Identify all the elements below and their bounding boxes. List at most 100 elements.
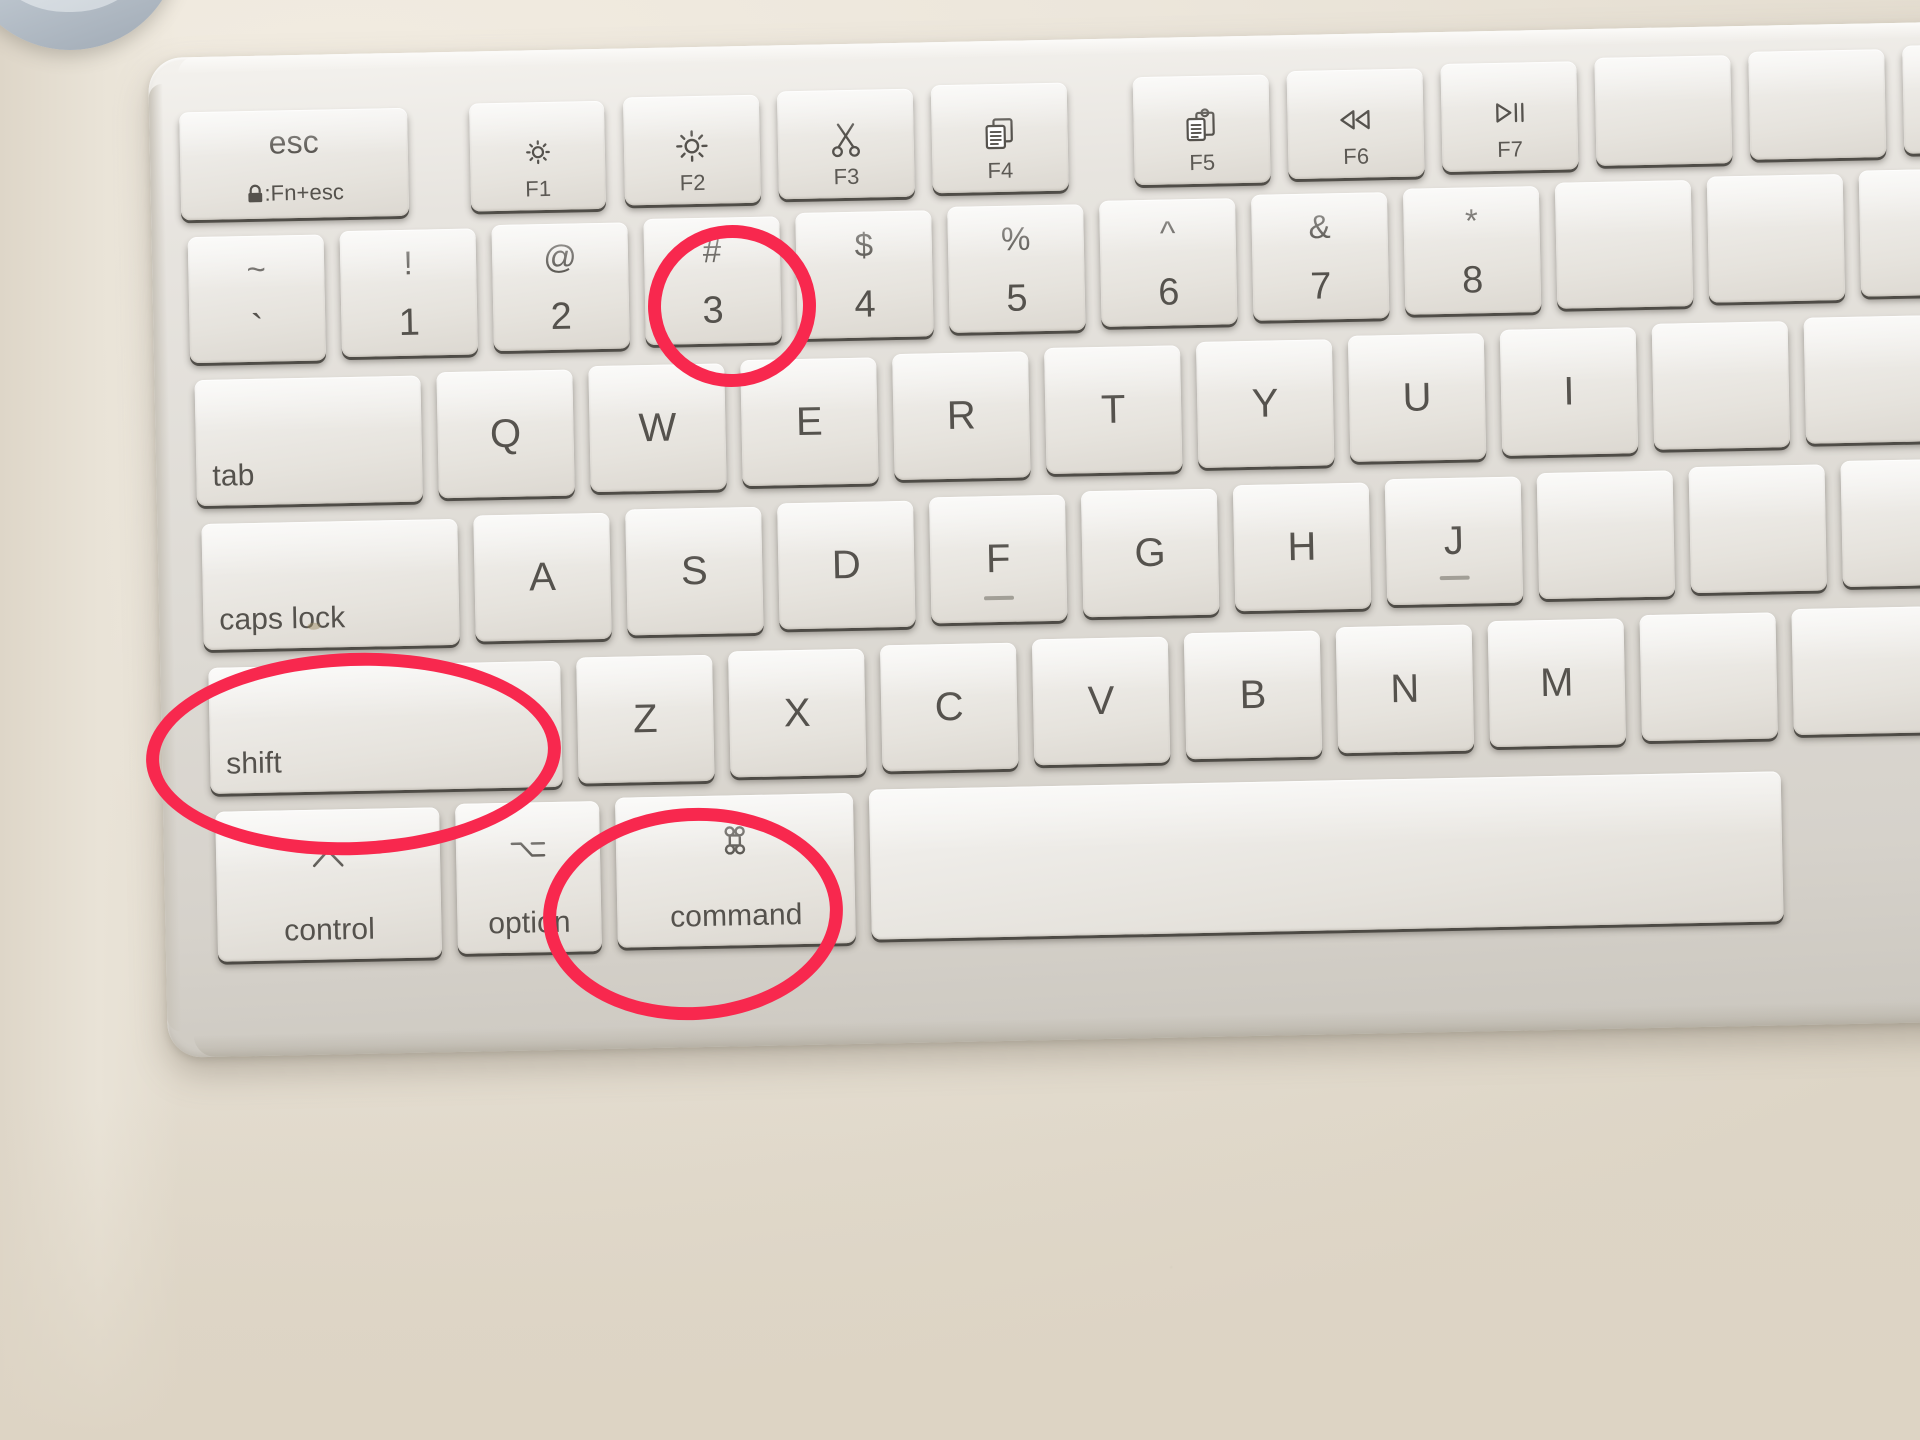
key-esc[interactable]: esc :Fn+esc [179, 107, 410, 221]
key-esc-label: esc [268, 123, 320, 161]
key-f8[interactable] [1594, 55, 1733, 166]
mug-interior [0, 0, 164, 12]
key-caps-lock[interactable]: caps lock [201, 518, 460, 650]
key-backtick-upper: ~ [246, 249, 267, 288]
key-backtick-lower: ` [250, 307, 265, 351]
key-f3-label: F3 [833, 163, 860, 190]
key-2[interactable]: @ 2 [491, 222, 630, 352]
key-f1[interactable]: F1 [468, 100, 607, 212]
key-g[interactable]: G [1080, 488, 1220, 618]
caret-up-icon [216, 838, 441, 876]
key-f3[interactable]: F3 [776, 88, 915, 200]
key-f5[interactable]: F5 [1132, 74, 1271, 186]
key-b[interactable]: B [1183, 630, 1323, 760]
key-shift-left-label: shift [225, 746, 283, 781]
key-q[interactable]: Q [436, 369, 575, 499]
key-x[interactable]: X [728, 648, 867, 778]
key-n[interactable]: N [1335, 624, 1475, 754]
key-9[interactable] [1554, 180, 1694, 309]
rewind-icon [1287, 106, 1423, 133]
key-y[interactable]: Y [1195, 339, 1335, 469]
key-8[interactable]: * 8 [1402, 186, 1542, 315]
key-period[interactable] [1791, 606, 1920, 736]
key-f2[interactable]: F2 [622, 94, 762, 206]
key-p[interactable] [1803, 315, 1920, 444]
key-8-upper: * [1464, 201, 1479, 239]
key-s[interactable]: S [625, 506, 764, 636]
key-z[interactable]: Z [576, 654, 715, 784]
key-v[interactable]: V [1031, 636, 1171, 766]
key-6-lower: 6 [1157, 271, 1180, 315]
key-j-label: J [1443, 518, 1465, 564]
key-m[interactable]: M [1487, 618, 1627, 748]
key-v-label: V [1087, 678, 1115, 724]
key-u[interactable]: U [1347, 333, 1487, 462]
key-command-label: command [669, 898, 803, 934]
key-3-lower: 3 [702, 289, 725, 333]
key-shift-left[interactable]: shift [208, 660, 563, 794]
key-r[interactable]: R [892, 351, 1031, 481]
key-2-lower: 2 [550, 295, 573, 339]
key-y-label: Y [1251, 381, 1279, 426]
key-1[interactable]: ! 1 [339, 228, 479, 358]
key-6[interactable]: ^ 6 [1099, 198, 1238, 327]
key-f-homing-bar [983, 595, 1015, 601]
key-f4-label: F4 [987, 157, 1014, 184]
key-backtick[interactable]: ~ ` [187, 234, 327, 364]
key-3[interactable]: # 3 [643, 216, 782, 346]
key-f[interactable]: F [928, 494, 1068, 624]
key-b-label: B [1239, 672, 1267, 718]
key-c-label: C [934, 684, 965, 730]
key-caps-lock-label: caps lock [218, 601, 346, 637]
key-t[interactable]: T [1044, 345, 1183, 475]
key-control[interactable]: control [215, 807, 443, 962]
key-l[interactable] [1688, 464, 1828, 594]
key-comma[interactable] [1639, 612, 1778, 742]
command-icon [616, 821, 855, 866]
key-3-upper: # [702, 231, 722, 270]
key-0[interactable] [1706, 174, 1846, 303]
key-a-label: A [528, 554, 557, 600]
key-command[interactable]: command [614, 793, 856, 948]
key-i[interactable]: I [1499, 327, 1639, 456]
key-4[interactable]: $ 4 [795, 210, 934, 340]
key-z-label: Z [632, 696, 659, 742]
key-5[interactable]: % 5 [947, 204, 1086, 333]
key-f6[interactable]: F6 [1286, 68, 1425, 180]
key-7-upper: & [1308, 207, 1332, 245]
key-semicolon[interactable] [1840, 458, 1920, 588]
key-f9[interactable] [1748, 49, 1887, 160]
key-5-upper: % [1000, 219, 1031, 258]
key-control-label: control [283, 912, 376, 948]
key-o[interactable] [1651, 321, 1791, 450]
key-f4[interactable]: F4 [930, 82, 1069, 194]
key-1-lower: 1 [398, 301, 421, 345]
brightness-down-icon [470, 134, 606, 171]
key-n-label: N [1389, 666, 1420, 712]
key-7-lower: 7 [1309, 265, 1332, 308]
key-7[interactable]: & 7 [1250, 192, 1390, 321]
key-8-lower: 8 [1461, 259, 1484, 302]
play-pause-icon [1441, 99, 1577, 126]
key-option[interactable]: option [455, 801, 603, 954]
key-k[interactable] [1536, 470, 1676, 600]
key-q-label: Q [489, 411, 522, 457]
key-g-label: G [1134, 530, 1167, 576]
key-option-label: option [487, 905, 571, 941]
key-space[interactable] [868, 771, 1784, 940]
key-d[interactable]: D [777, 500, 916, 630]
key-h[interactable]: H [1232, 482, 1372, 612]
key-a[interactable]: A [473, 512, 612, 642]
key-f7[interactable]: F7 [1440, 61, 1579, 173]
key-c[interactable]: C [879, 642, 1019, 772]
key-w[interactable]: W [588, 363, 727, 493]
key-e[interactable]: E [740, 357, 879, 487]
key-minus[interactable] [1858, 167, 1920, 297]
key-f1-label: F1 [525, 175, 552, 202]
key-j[interactable]: J [1384, 476, 1524, 606]
key-6-upper: ^ [1159, 213, 1176, 251]
key-tab[interactable]: tab [194, 375, 423, 507]
copy-documents-icon [931, 114, 1068, 153]
key-f10[interactable] [1902, 43, 1920, 154]
key-s-label: S [680, 548, 709, 594]
